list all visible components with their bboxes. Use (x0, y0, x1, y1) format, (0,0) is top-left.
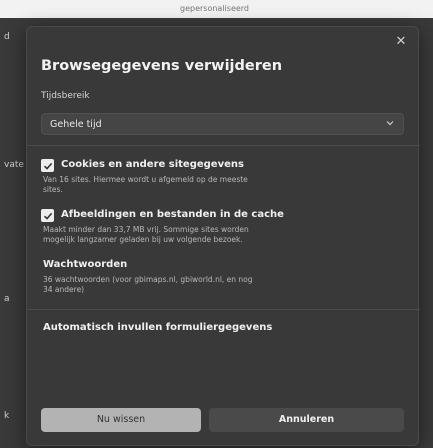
option-cookies-desc-2: sites. (43, 185, 63, 194)
option-passwords-desc-2: 34 andere) (43, 285, 85, 294)
button-row: Nu wissen Annuleren (41, 408, 404, 432)
time-range-value: Gehele tijd (50, 119, 102, 130)
option-cookies-desc-1: Van 16 sites. Hiermee wordt u afgemeld o… (43, 175, 248, 184)
option-passwords[interactable]: Wachtwoorden 36 wachtwoorden (voor gbima… (41, 259, 411, 299)
option-cache-desc-2: mogelijk langzamer geladen bij uw volgen… (43, 235, 243, 244)
clear-now-button[interactable]: Nu wissen (41, 408, 201, 432)
clear-browsing-data-dialog: ✕ Browsegegevens verwijderen Tijdsbereik… (26, 26, 420, 446)
backdrop-top-text: gepersonaliseerd (180, 4, 250, 13)
backdrop-left-a: a (4, 294, 10, 304)
divider (27, 309, 420, 310)
backdrop-left-k: k (4, 411, 10, 421)
close-icon[interactable]: ✕ (394, 35, 408, 49)
option-cache[interactable]: Afbeeldingen en bestanden in de cache Ma… (41, 209, 411, 249)
check-icon (43, 162, 52, 170)
time-range-select[interactable]: Gehele tijd (41, 113, 404, 135)
backdrop-topbar: gepersonaliseerd (0, 0, 433, 18)
divider (27, 145, 420, 146)
chevron-down-icon (385, 118, 395, 128)
backdrop-left-vate: vate (4, 160, 24, 170)
option-autofill[interactable]: Automatisch invullen formuliergegevens (41, 322, 411, 338)
option-cache-desc-1: Maakt minder dan 33,7 MB vrij. Sommige s… (43, 225, 249, 234)
option-passwords-title: Wachtwoorden (43, 259, 128, 270)
backdrop-left-d: d (4, 32, 10, 42)
cancel-button[interactable]: Annuleren (209, 408, 404, 432)
option-passwords-desc-1: 36 wachtwoorden (voor gbimaps.nl, gbiwor… (43, 275, 253, 284)
option-cache-title: Afbeeldingen en bestanden in de cache (61, 209, 284, 220)
option-autofill-title: Automatisch invullen formuliergegevens (43, 322, 273, 333)
option-cookies[interactable]: Cookies en andere sitegegevens Van 16 si… (41, 159, 411, 199)
option-cookies-title: Cookies en andere sitegegevens (61, 159, 244, 170)
dialog-title: Browsegegevens verwijderen (41, 58, 283, 74)
checkbox-cookies[interactable] (41, 159, 54, 172)
check-icon (43, 212, 52, 220)
time-range-label: Tijdsbereik (41, 91, 90, 101)
checkbox-cache[interactable] (41, 209, 54, 222)
